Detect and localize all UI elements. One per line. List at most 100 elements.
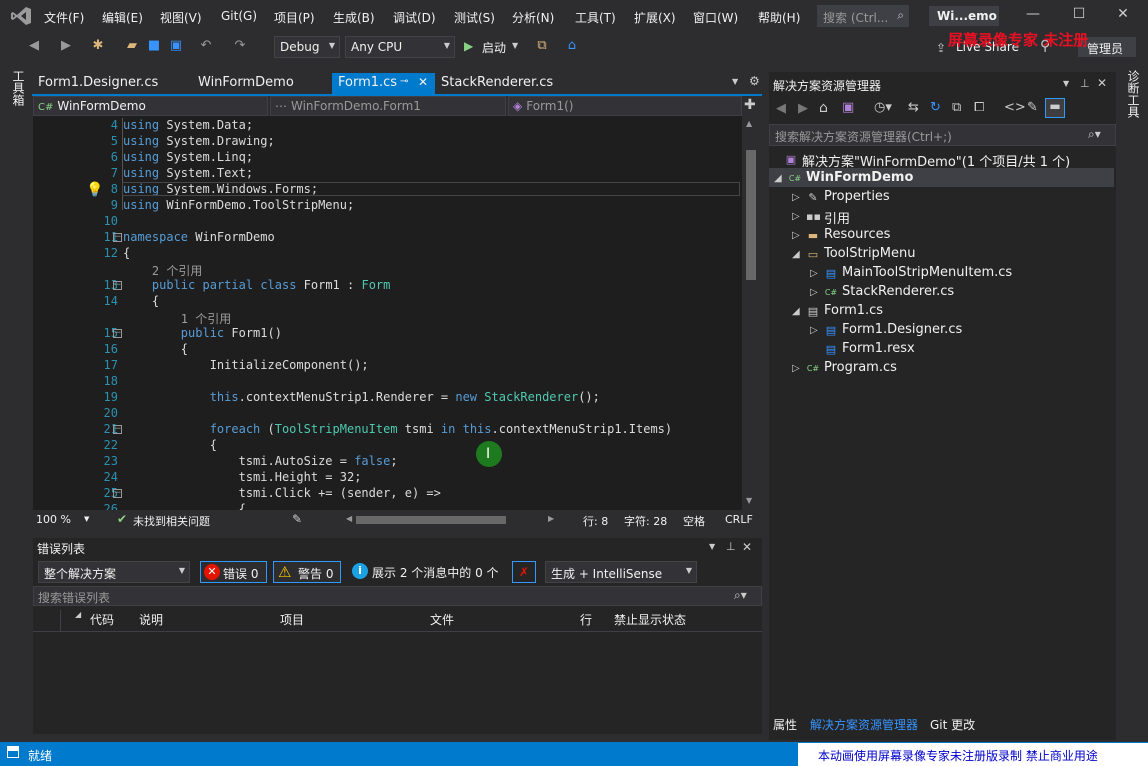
col-code[interactable]: 代码	[90, 611, 114, 628]
menu-item-8[interactable]: 分析(N)	[512, 9, 554, 26]
properties-wrench-icon[interactable]: ✎	[1027, 100, 1038, 115]
whitespace-indicator[interactable]: 空格	[683, 513, 705, 529]
code-line[interactable]: tsmi.AutoSize = false;	[123, 454, 398, 468]
project-nav-select[interactable]: C# WinFormDemo	[33, 96, 268, 116]
fold-toggle-icon[interactable]: −	[113, 233, 122, 242]
col-description[interactable]: 说明	[139, 611, 163, 628]
browser-icon[interactable]: ⌂	[564, 38, 580, 54]
tree-item[interactable]: Resources	[824, 227, 890, 242]
menu-item-12[interactable]: 帮助(H)	[758, 9, 800, 26]
horizontal-scroll-thumb[interactable]	[356, 516, 506, 524]
save-all-icon[interactable]: ▣	[168, 38, 184, 54]
pending-changes-filter-icon[interactable]: ◷▾	[874, 100, 892, 115]
tab-stackrenderer[interactable]: StackRenderer.cs	[435, 73, 559, 94]
line-indicator[interactable]: 行: 8	[583, 513, 608, 529]
scroll-up-icon[interactable]: ▲	[746, 119, 752, 128]
diagnostic-tools-tab[interactable]: 诊断工具	[1125, 70, 1142, 118]
expand-closed-icon[interactable]: ▷	[810, 287, 818, 298]
code-line[interactable]: {	[123, 502, 246, 510]
tree-item[interactable]: 引用	[824, 208, 850, 227]
brush-icon[interactable]: ✎	[292, 512, 302, 526]
start-dropdown-icon[interactable]: ▼	[512, 41, 518, 50]
tab-close-icon[interactable]: ✕	[418, 75, 428, 89]
scroll-thumb[interactable]	[746, 150, 756, 280]
code-line[interactable]: using System.Drawing;	[123, 134, 275, 148]
expand-closed-icon[interactable]: ▷	[792, 211, 800, 222]
minimize-icon[interactable]: —	[1018, 6, 1048, 26]
sort-icon[interactable]: ◢	[75, 610, 81, 619]
maximize-icon[interactable]: ☐	[1064, 6, 1094, 26]
settings-gear-icon[interactable]: ⚙	[749, 74, 760, 88]
search-input[interactable]: 搜索 (Ctrl... ⌕	[817, 5, 909, 27]
code-line[interactable]: using WinFormDemo.ToolStripMenu;	[123, 198, 354, 212]
code-line[interactable]: 1 个引用	[123, 310, 231, 327]
live-share-icon[interactable]: ⇪	[936, 41, 946, 55]
collapse-all-icon[interactable]: ⧉	[952, 100, 961, 115]
tree-item[interactable]: WinFormDemo	[806, 170, 913, 185]
solexp-pin-icon[interactable]: ⊥	[1080, 77, 1090, 90]
platform-select[interactable]: Any CPU ▼	[345, 36, 455, 58]
code-line[interactable]: using System.Linq;	[123, 150, 253, 164]
solexp-home-icon[interactable]: ⌂	[819, 100, 828, 116]
code-line[interactable]: public Form1()	[123, 326, 282, 340]
expand-open-icon[interactable]: ◢	[792, 306, 800, 317]
hscroll-right-icon[interactable]: ▶	[548, 514, 554, 523]
expand-open-icon[interactable]: ◢	[792, 249, 800, 260]
fold-toggle-icon[interactable]: −	[113, 425, 122, 434]
issues-status[interactable]: 未找到相关问题	[133, 513, 210, 529]
scope-select[interactable]: 整个解决方案 ▼	[38, 561, 190, 583]
redo-icon[interactable]: ↷	[232, 38, 248, 54]
save-icon[interactable]: ■	[146, 38, 162, 54]
code-line[interactable]: using System.Data;	[123, 118, 253, 132]
tab-solution-explorer[interactable]: 解决方案资源管理器	[810, 716, 918, 733]
tab-form1-cs[interactable]: Form1.cs ⊸ ✕	[332, 73, 435, 94]
show-all-files-icon[interactable]: ⧠	[974, 100, 984, 115]
expand-closed-icon[interactable]: ▷	[810, 325, 818, 336]
code-view-icon[interactable]: <>	[1004, 100, 1026, 115]
code-line[interactable]: using System.Text;	[123, 166, 253, 180]
code-line[interactable]: this.contextMenuStrip1.Renderer = new St…	[123, 390, 600, 404]
build-intellisense-select[interactable]: 生成 + IntelliSense ▼	[545, 561, 697, 583]
tab-winformdemo[interactable]: WinFormDemo	[192, 73, 300, 94]
tree-item[interactable]: Properties	[824, 189, 890, 204]
menu-item-7[interactable]: 测试(S)	[454, 9, 495, 26]
expand-open-icon[interactable]: ◢	[774, 173, 782, 184]
output-window-icon[interactable]	[7, 746, 19, 758]
menu-item-4[interactable]: 项目(P)	[274, 9, 315, 26]
preview-selected-icon[interactable]: ▬	[1045, 98, 1065, 118]
column-indicator[interactable]: 字符: 28	[624, 513, 667, 529]
menu-item-10[interactable]: 扩展(X)	[634, 9, 676, 26]
find-icon[interactable]: ⧉	[534, 38, 550, 54]
config-select[interactable]: Debug ▼	[274, 36, 340, 58]
code-line[interactable]: namespace WinFormDemo	[123, 230, 275, 244]
pin-icon[interactable]: ⊸	[400, 76, 408, 87]
close-icon[interactable]: ✕	[1108, 6, 1138, 26]
open-folder-icon[interactable]: ▰	[124, 38, 140, 54]
tree-item[interactable]: Form1.cs	[824, 303, 883, 318]
menu-item-5[interactable]: 生成(B)	[333, 9, 375, 26]
col-file[interactable]: 文件	[430, 611, 454, 628]
fold-toggle-icon[interactable]: −	[113, 489, 122, 498]
tab-list-dropdown-icon[interactable]: ▼	[732, 77, 738, 86]
menu-item-6[interactable]: 调试(D)	[393, 9, 436, 26]
errors-filter-button[interactable]: ✕ 错误 0	[200, 561, 267, 583]
split-editor-icon[interactable]: ✚	[744, 97, 756, 113]
solexp-close-icon[interactable]: ✕	[1097, 76, 1107, 90]
solexp-back-icon[interactable]: ◀	[776, 101, 786, 116]
code-line[interactable]: foreach (ToolStripMenuItem tsmi in this.…	[123, 422, 672, 436]
expand-closed-icon[interactable]: ▷	[792, 230, 800, 241]
start-icon[interactable]: ▶	[464, 39, 473, 53]
back-icon[interactable]: ◀	[26, 38, 42, 54]
menu-item-0[interactable]: 文件(F)	[44, 9, 84, 26]
tab-form1-designer[interactable]: Form1.Designer.cs	[32, 73, 164, 94]
lightbulb-icon[interactable]: 💡	[86, 182, 103, 198]
code-line[interactable]: 2 个引用	[123, 262, 202, 279]
code-line[interactable]: {	[123, 342, 188, 356]
solexp-forward-icon[interactable]: ▶	[798, 101, 808, 116]
col-line[interactable]: 行	[580, 611, 592, 628]
solexp-switch-views-icon[interactable]: ▣	[842, 100, 854, 115]
solexp-dropdown-icon[interactable]: ▼	[1063, 79, 1069, 88]
col-suppression[interactable]: 禁止显示状态	[614, 611, 686, 628]
menu-item-1[interactable]: 编辑(E)	[102, 9, 143, 26]
code-line[interactable]: {	[123, 438, 217, 452]
